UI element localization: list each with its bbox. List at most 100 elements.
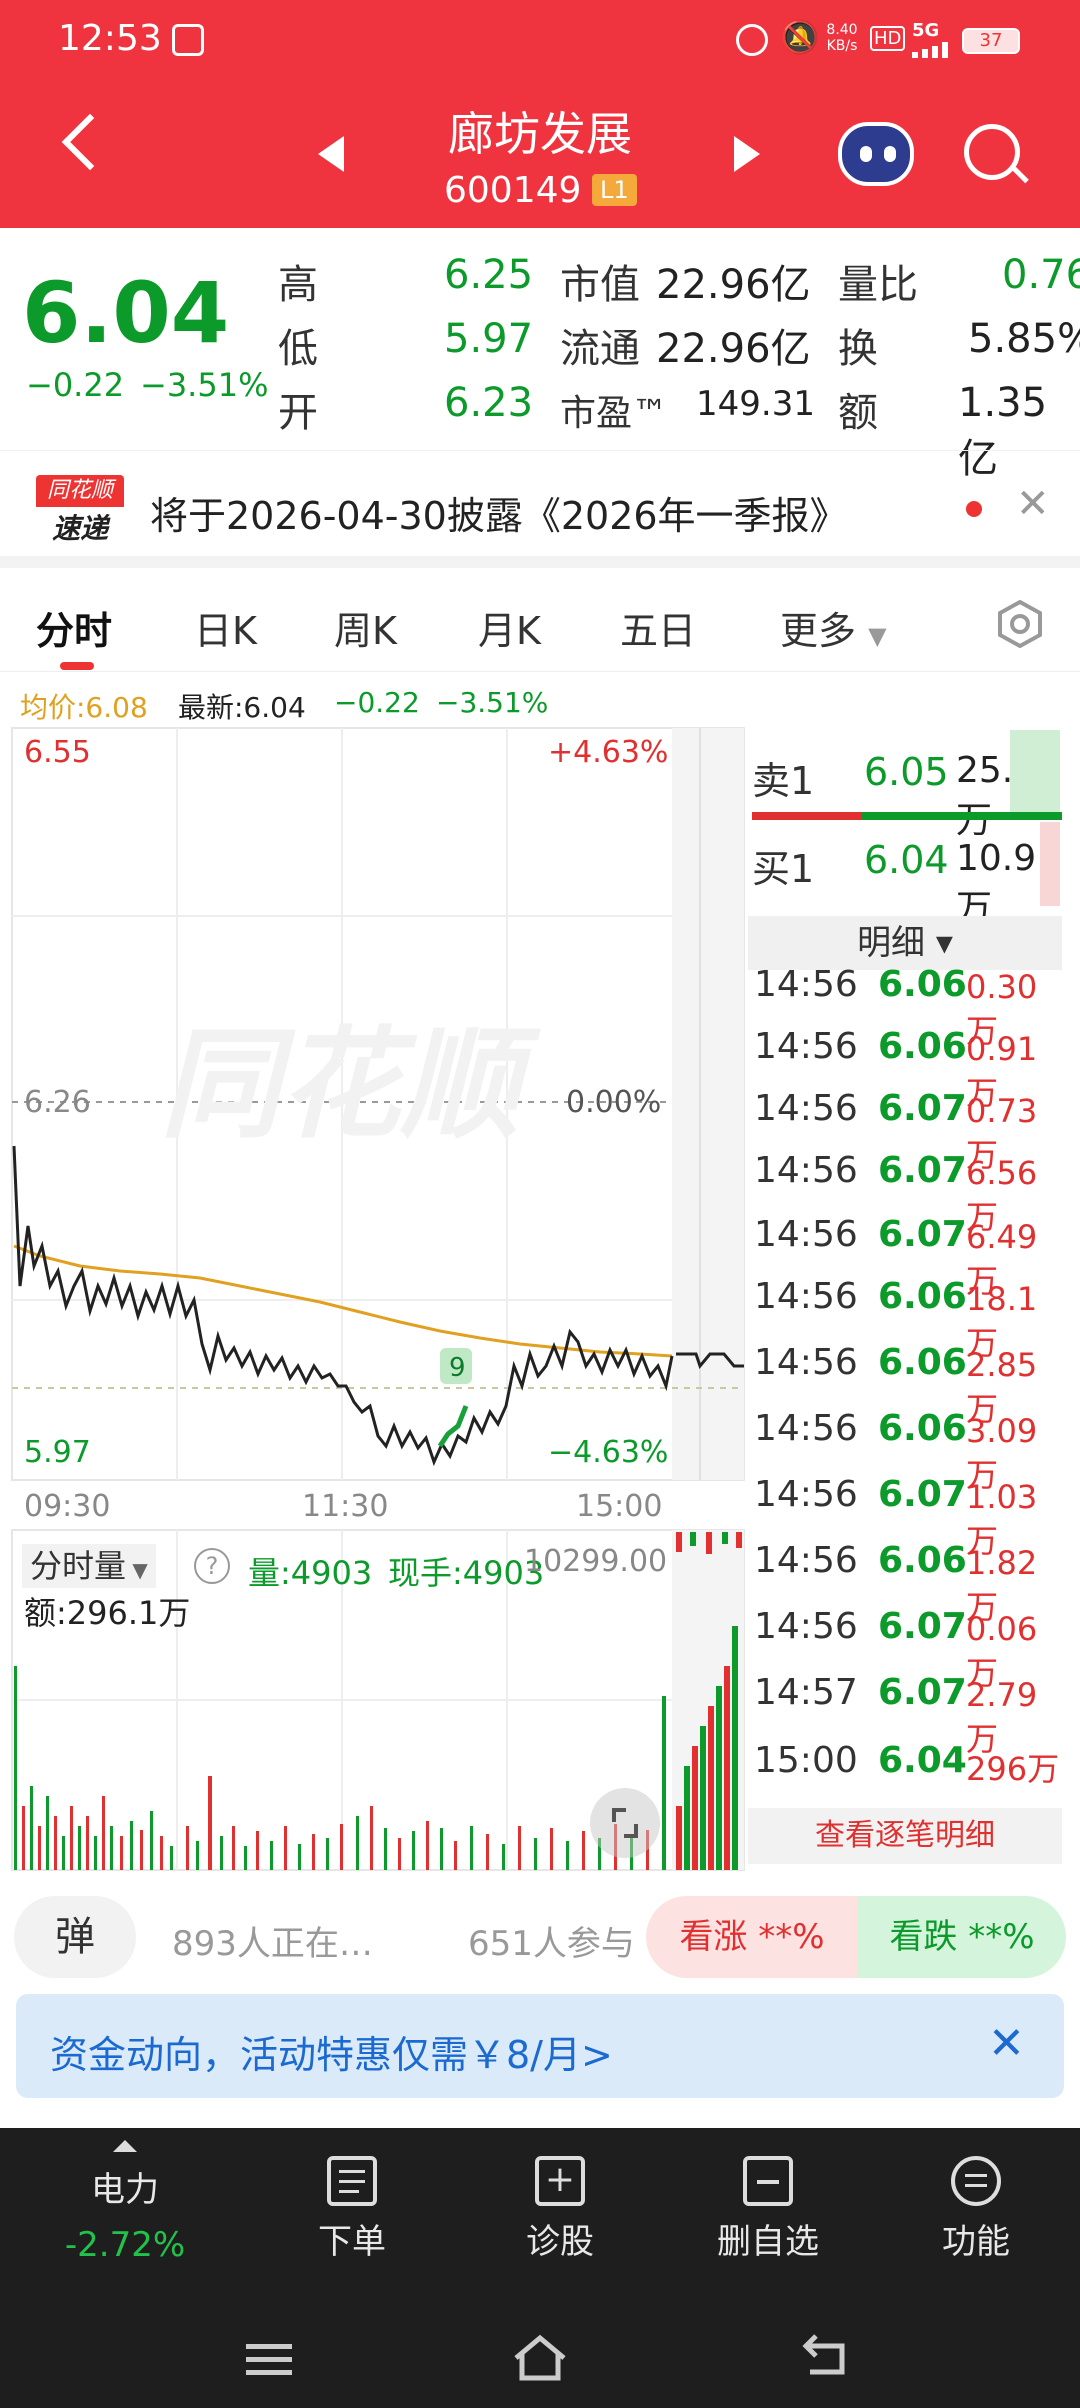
diagnose-plus-icon: +	[535, 2156, 585, 2206]
intraday-info-line: 均价:6.08 最新:6.04 −0.22 −3.51%	[0, 676, 1080, 726]
nav-remove-watchlist[interactable]: 删自选	[698, 2156, 838, 2263]
latest-price: 最新:6.04	[178, 691, 306, 724]
promo-banner[interactable]: 资金动向，活动特惠仅需￥8/月> ✕	[16, 1994, 1064, 2098]
help-icon[interactable]: ?	[194, 1548, 230, 1584]
view-all-ticks-link[interactable]: 查看逐笔明细	[748, 1808, 1062, 1864]
tick-time: 14:56	[754, 964, 858, 1005]
settings-hex-icon[interactable]	[996, 599, 1044, 649]
x-label-1500: 15:00	[576, 1489, 662, 1524]
menu-circle-icon	[951, 2156, 1001, 2206]
nav-label-functions: 功能	[942, 2222, 1010, 2262]
robot-assistant-icon[interactable]	[838, 122, 914, 186]
sector-indicator[interactable]: 电力 -2.72%	[50, 2140, 200, 2265]
promo-text: 资金动向，活动特惠仅需￥8/月>	[50, 2033, 613, 2077]
search-icon[interactable]	[964, 124, 1020, 180]
remove-minus-icon	[743, 2156, 793, 2206]
y-top-label: 6.55	[24, 735, 91, 770]
fullscreen-icon[interactable]	[590, 1788, 660, 1858]
high-value: 6.25	[444, 252, 534, 298]
chart-watermark: 同花顺	[160, 1016, 541, 1155]
low-value: 5.97	[444, 316, 534, 362]
tab-more[interactable]: 更多 ▼	[780, 600, 887, 655]
tick-volume: 296万	[966, 1750, 1060, 1788]
tick-time: 14:56	[754, 1150, 858, 1191]
chart-area[interactable]: 同花顺 6.55 +4.63% 6.26 0.00% 5.97 −4.63% 9…	[0, 726, 1080, 1872]
buy-label: 买1	[752, 847, 815, 891]
avg-price: 均价:6.08	[20, 691, 148, 724]
tick-price: 6.06	[878, 1408, 967, 1449]
tab-weekly-k[interactable]: 周K	[334, 600, 397, 655]
volratio-value: 0.76	[1002, 252, 1080, 298]
tab-daily-k[interactable]: 日K	[194, 600, 257, 655]
nav-functions[interactable]: 功能	[906, 2156, 1046, 2263]
tick-time: 14:56	[754, 1276, 858, 1317]
nav-place-order[interactable]: 下单	[282, 2156, 422, 2263]
tick-price: 6.07	[878, 1474, 967, 1515]
price-change: −0.22	[26, 366, 125, 404]
next-stock-button[interactable]	[734, 136, 760, 172]
bottom-nav: 电力 -2.72% 下单 + 诊股 删自选 功能	[0, 2128, 1080, 2408]
unread-dot	[966, 501, 982, 517]
y-bottom-pct: −4.63%	[548, 1435, 668, 1470]
tick-time: 14:56	[754, 1606, 858, 1647]
tick-row: 14:56 6.07 1.03万	[748, 1464, 1068, 1560]
open-label: 开	[278, 390, 318, 436]
tick-price: 6.06	[878, 1342, 967, 1383]
volume-amount: 额:296.1万	[24, 1594, 191, 1632]
tab-intraday[interactable]: 分时	[36, 600, 112, 655]
low-label: 低	[278, 326, 318, 372]
tick-price: 6.07	[878, 1088, 967, 1129]
high-label: 高	[278, 262, 318, 308]
nav-diagnose-stock[interactable]: + 诊股	[490, 2156, 630, 2263]
tick-time: 14:57	[754, 1672, 858, 1713]
sell-row[interactable]: 卖1 6.05 25.7万	[748, 730, 1066, 841]
float-label: 流通	[560, 326, 640, 372]
tick-time: 14:56	[754, 1214, 858, 1255]
stock-name: 廊坊发展	[448, 107, 632, 161]
turnover-label: 换	[838, 326, 878, 372]
nav-label-diagnose: 诊股	[526, 2222, 594, 2262]
notice-banner[interactable]: 同花顺 速递 将于2026-04-30披露《2026年一季报》 ✕	[0, 450, 1080, 568]
tick-row: 14:56 6.07 0.06万	[748, 1596, 1068, 1692]
close-icon[interactable]: ✕	[1016, 481, 1050, 527]
tick-time: 14:56	[754, 1088, 858, 1129]
hd-icon: HD	[870, 26, 906, 51]
system-back-button[interactable]	[800, 2332, 852, 2382]
system-menu-button[interactable]	[246, 2342, 292, 2378]
volume-max: 10299.00	[524, 1544, 668, 1579]
watching-count: 893人正在…	[172, 1924, 373, 1964]
tick-row: 14:56 6.06 0.30万	[748, 954, 1068, 1050]
tick-price: 6.06	[878, 1276, 967, 1317]
tick-price: 6.07	[878, 1606, 967, 1647]
bear-vote-button[interactable]: 看跌 **%	[858, 1896, 1066, 1978]
tick-price: 6.04	[878, 1740, 967, 1781]
pe-value: 149.31	[696, 384, 815, 424]
active-tab-indicator	[60, 662, 94, 670]
promo-close-icon[interactable]: ✕	[988, 2018, 1025, 2069]
tick-row: 14:56 6.07 6.56万	[748, 1140, 1068, 1236]
mktcap-value: 22.96亿	[656, 262, 811, 308]
tick-row: 14:57 6.07 2.79万	[748, 1662, 1068, 1758]
y-bottom-label: 5.97	[24, 1435, 91, 1470]
x-label-0930: 09:30	[24, 1489, 110, 1524]
battery-level: 37	[979, 30, 1003, 51]
net-speed: 8.40 KB/s	[826, 22, 858, 54]
volume-value: 量:4903	[248, 1554, 373, 1592]
tick-row: 14:56 6.06 18.1万	[748, 1266, 1068, 1362]
chart-marker: 9	[449, 1353, 466, 1383]
buy-row[interactable]: 买1 6.04 10.9万	[748, 822, 1066, 929]
level-badge: L1	[592, 174, 637, 206]
tick-time: 14:56	[754, 1540, 858, 1581]
tick-row: 14:56 6.06 2.85万	[748, 1332, 1068, 1428]
tab-five-day[interactable]: 五日	[620, 600, 696, 655]
danmu-button[interactable]: 弹	[14, 1896, 136, 1978]
sell-price: 6.05	[864, 750, 949, 794]
bull-vote-button[interactable]: 看涨 **%	[646, 1896, 858, 1978]
chevron-down-icon: ▼	[868, 622, 887, 650]
tab-monthly-k[interactable]: 月K	[478, 600, 541, 655]
tick-price: 6.06	[878, 1026, 967, 1067]
system-home-button[interactable]	[512, 2332, 568, 2382]
tick-time: 14:56	[754, 1026, 858, 1067]
buy-price: 6.04	[864, 838, 949, 882]
volume-type-dropdown[interactable]: 分时量 ▼	[22, 1544, 156, 1588]
